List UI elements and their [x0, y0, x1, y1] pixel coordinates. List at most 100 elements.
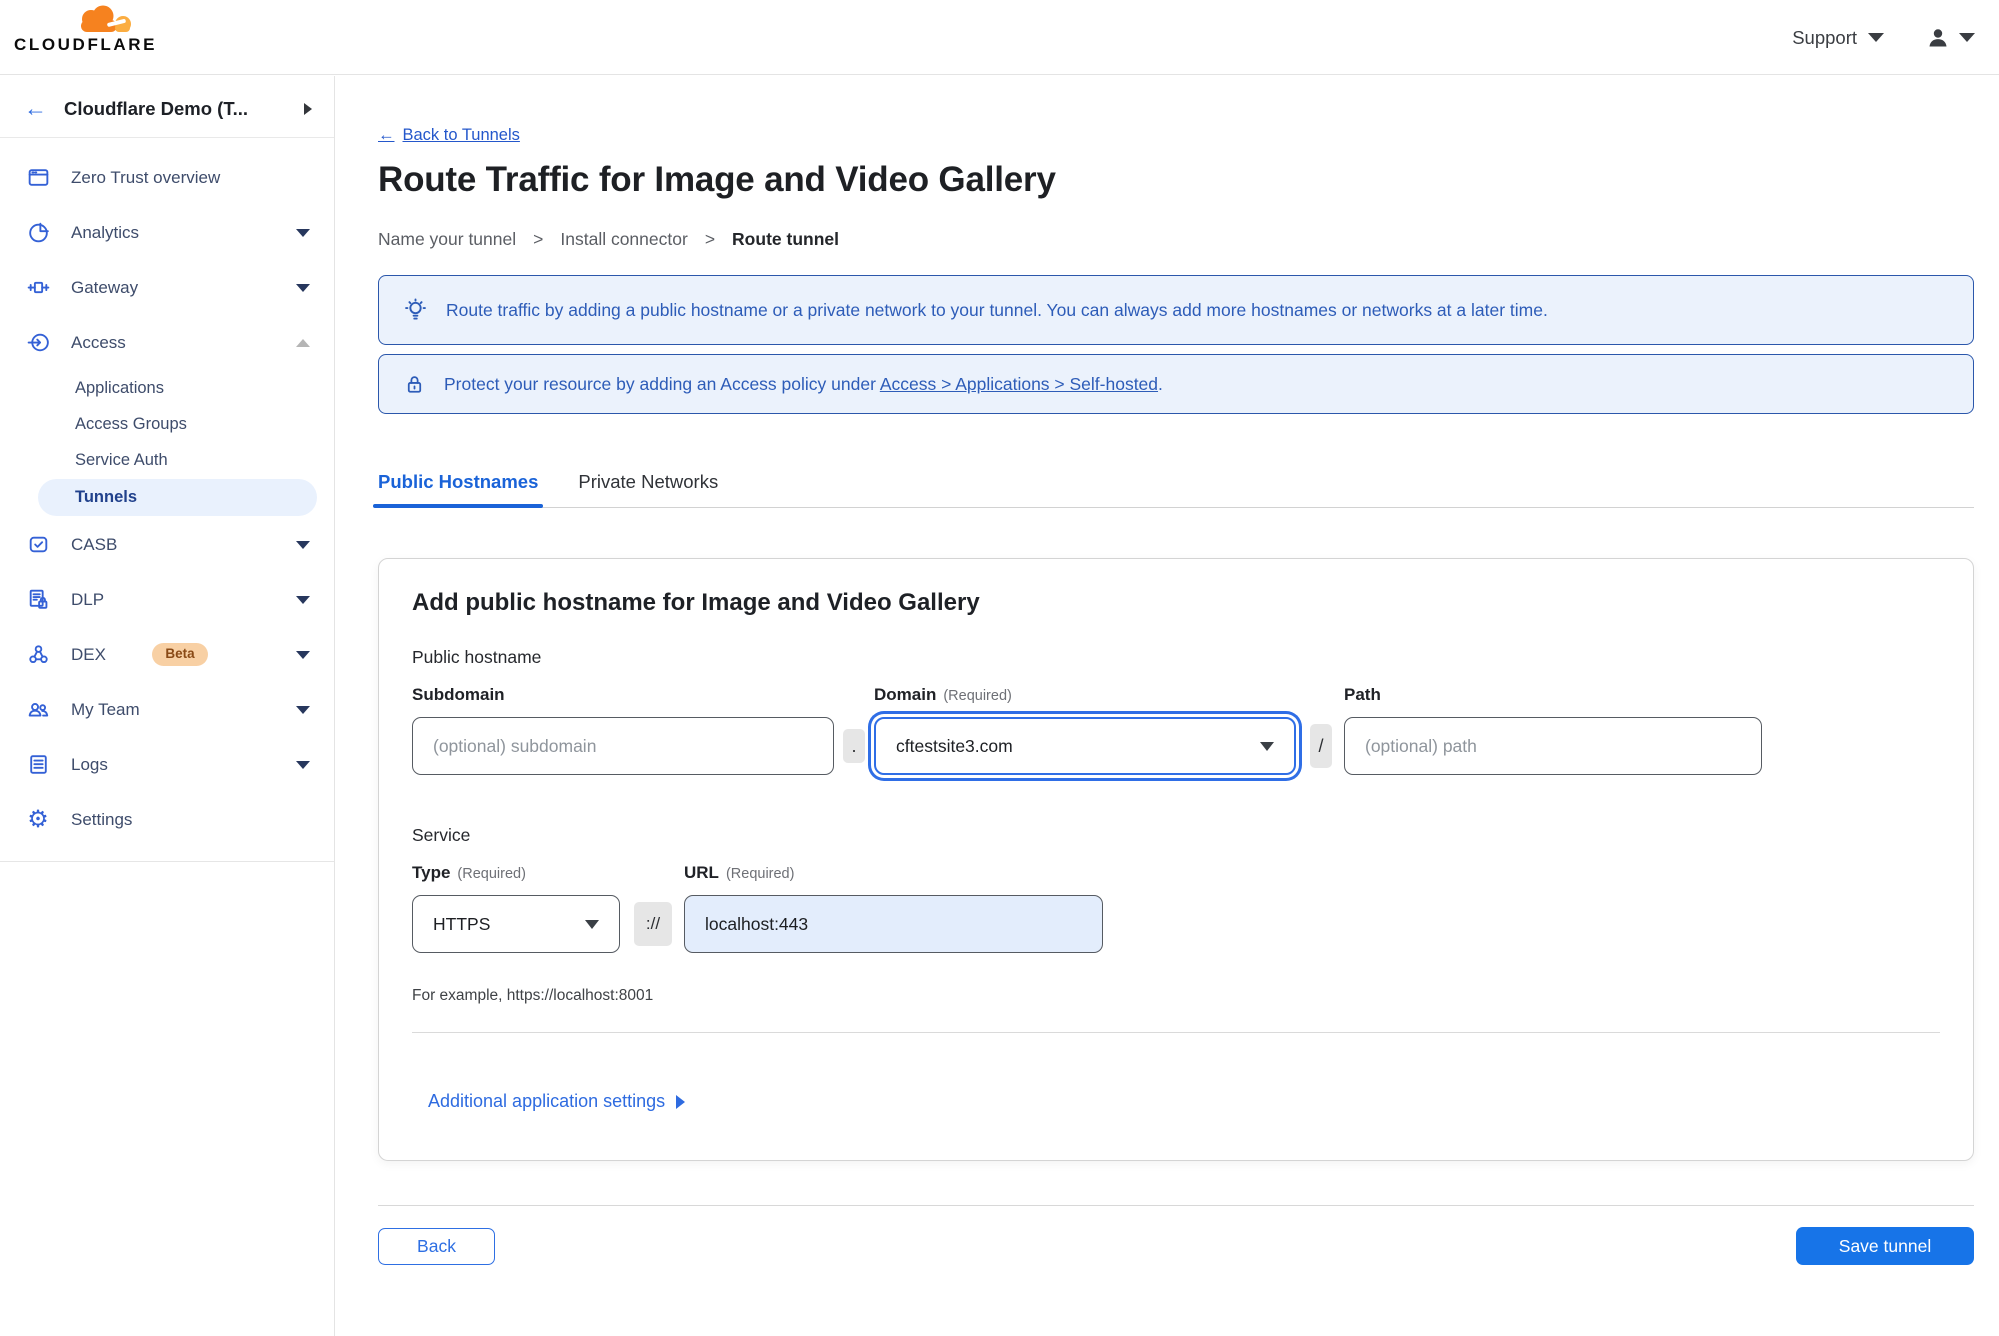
- lock-icon: [407, 375, 422, 393]
- url-label: URL (Required): [684, 863, 795, 882]
- protect-resource-banner: Protect your resource by adding an Acces…: [378, 354, 1974, 414]
- sidebar-item-gateway[interactable]: Gateway: [0, 260, 334, 315]
- service-type-select[interactable]: HTTPS: [412, 895, 620, 953]
- public-hostname-section-label: Public hostname: [412, 647, 542, 667]
- support-menu[interactable]: Support: [1792, 27, 1884, 49]
- tab-bar: Public Hostnames Private Networks: [372, 471, 1974, 508]
- card-divider: [412, 1032, 1940, 1033]
- chevron-up-icon: [296, 338, 310, 347]
- user-icon: [1929, 28, 1947, 46]
- sidebar-item-dex[interactable]: DEX Beta: [0, 627, 334, 682]
- url-required-note: (Required): [725, 866, 795, 882]
- chevron-down-icon: [296, 228, 310, 237]
- protect-text: Protect your resource by adding an Acces…: [444, 373, 1163, 394]
- footer-actions: Back Save tunnel: [378, 1205, 1974, 1286]
- domain-required-note: (Required): [943, 688, 1012, 704]
- path-input[interactable]: [1344, 717, 1762, 775]
- team-icon: [25, 697, 51, 723]
- service-url-input[interactable]: [684, 895, 1103, 953]
- service-type-value: HTTPS: [433, 913, 491, 934]
- sidebar-item-my-team[interactable]: My Team: [0, 682, 334, 737]
- service-field-row: Type (Required) HTTPS :// URL (Required): [412, 863, 1940, 953]
- route-tip-text: Route traffic by adding a public hostnam…: [446, 299, 1548, 320]
- url-example-text: For example, https://localhost:8001: [412, 987, 654, 1004]
- subdomain-label: Subdomain: [412, 685, 505, 704]
- chevron-down-icon: [296, 595, 310, 604]
- chevron-down-icon: [296, 540, 310, 549]
- gear-icon: ⚙: [27, 805, 49, 833]
- chevron-down-icon: [1868, 33, 1884, 42]
- type-required-note: (Required): [457, 866, 526, 882]
- back-arrow-icon[interactable]: ←: [24, 97, 47, 120]
- domain-field-group: Domain (Required) cftestsite3.com: [874, 685, 1296, 775]
- network-nodes-icon: [25, 642, 51, 668]
- cloudflare-cloud-icon: [81, 5, 131, 32]
- step-separator: >: [704, 229, 716, 249]
- url-field-group: URL (Required): [684, 863, 1103, 953]
- logs-icon: [25, 752, 51, 778]
- cloudflare-wordmark: CLOUDFLARE: [14, 35, 158, 54]
- page-title: Route Traffic for Image and Video Galler…: [378, 160, 1056, 199]
- step-install-connector[interactable]: Install connector: [560, 229, 687, 250]
- main-content: ← Back to Tunnels Route Traffic for Imag…: [336, 76, 1999, 1336]
- sidebar-item-zero-trust-overview[interactable]: Zero Trust overview: [0, 150, 334, 205]
- scheme-separator: ://: [634, 902, 672, 946]
- subdomain-input[interactable]: [412, 717, 834, 775]
- access-applications-link[interactable]: Access > Applications > Self-hosted: [880, 374, 1158, 394]
- sidebar-item-access-groups[interactable]: Access Groups: [0, 406, 334, 442]
- hostname-field-row: Subdomain . Domain(Required) cftestsite3…: [412, 685, 1940, 775]
- chevron-down-icon: [296, 650, 311, 659]
- domain-select-value: cftestsite3.com: [896, 735, 1013, 756]
- tab-public-hostnames[interactable]: Public Hostnames: [372, 471, 544, 508]
- expand-right-icon: [676, 1094, 686, 1109]
- lightbulb-icon: [405, 298, 426, 320]
- sidebar-item-applications[interactable]: Applications: [0, 370, 334, 406]
- beta-badge: Beta: [152, 643, 208, 666]
- breadcrumb-steps: Name your tunnel > Install connector > R…: [378, 229, 1974, 250]
- expand-right-icon[interactable]: [304, 102, 312, 115]
- sidebar-item-settings[interactable]: ⚙ Settings: [0, 792, 334, 847]
- user-menu[interactable]: [1926, 26, 1975, 50]
- sidebar-item-logs[interactable]: Logs: [0, 737, 334, 792]
- sidebar-item-access[interactable]: Access: [0, 315, 334, 370]
- window-icon: [25, 165, 51, 191]
- domain-label: Domain (Required): [874, 685, 1012, 704]
- account-switcher[interactable]: ← Cloudflare Demo (T...: [0, 76, 334, 137]
- gateway-icon: [25, 275, 51, 301]
- route-tip-banner: Route traffic by adding a public hostnam…: [378, 275, 1974, 345]
- sidebar-item-casb[interactable]: CASB: [0, 517, 334, 572]
- tab-private-networks[interactable]: Private Networks: [578, 471, 718, 507]
- slash-separator: /: [1310, 724, 1332, 768]
- dot-separator: .: [843, 729, 865, 763]
- save-tunnel-button[interactable]: Save tunnel: [1796, 1227, 1974, 1265]
- step-route-tunnel: Route tunnel: [732, 229, 839, 249]
- support-label: Support: [1792, 26, 1857, 48]
- back-button[interactable]: Back: [378, 1227, 495, 1265]
- chevron-down-icon: [1260, 741, 1274, 751]
- type-field-group: Type (Required) HTTPS: [412, 863, 620, 953]
- sidebar-item-service-auth[interactable]: Service Auth: [0, 442, 334, 478]
- additional-settings-toggle[interactable]: Additional application settings: [428, 1091, 1940, 1112]
- subdomain-field-group: Subdomain: [412, 685, 834, 775]
- step-name-your-tunnel[interactable]: Name your tunnel: [378, 229, 516, 250]
- step-separator: >: [533, 229, 544, 249]
- card-heading: Add public hostname for Image and Video …: [412, 589, 980, 616]
- chevron-down-icon: [296, 283, 310, 292]
- back-arrow-icon: ←: [378, 126, 395, 144]
- back-to-tunnels-link[interactable]: ← Back to Tunnels: [378, 126, 520, 145]
- sidebar: ← Cloudflare Demo (T... Zero Trust overv…: [0, 76, 335, 1336]
- chevron-down-icon: [585, 919, 599, 929]
- chevron-down-icon: [1959, 33, 1975, 42]
- domain-select[interactable]: cftestsite3.com: [874, 717, 1296, 775]
- pie-chart-icon: [25, 220, 51, 246]
- chevron-down-icon: [296, 705, 310, 714]
- access-icon: [25, 330, 51, 356]
- topbar: CLOUDFLARE Support: [0, 0, 1999, 75]
- service-section-label: Service: [412, 825, 471, 845]
- sidebar-item-tunnels[interactable]: Tunnels: [38, 479, 317, 516]
- type-label: Type (Required): [412, 863, 526, 882]
- sidebar-item-dlp[interactable]: DLP: [0, 572, 334, 627]
- sidebar-item-analytics[interactable]: Analytics: [0, 205, 334, 260]
- path-field-group: Path: [1344, 685, 1762, 775]
- chevron-down-icon: [296, 760, 310, 769]
